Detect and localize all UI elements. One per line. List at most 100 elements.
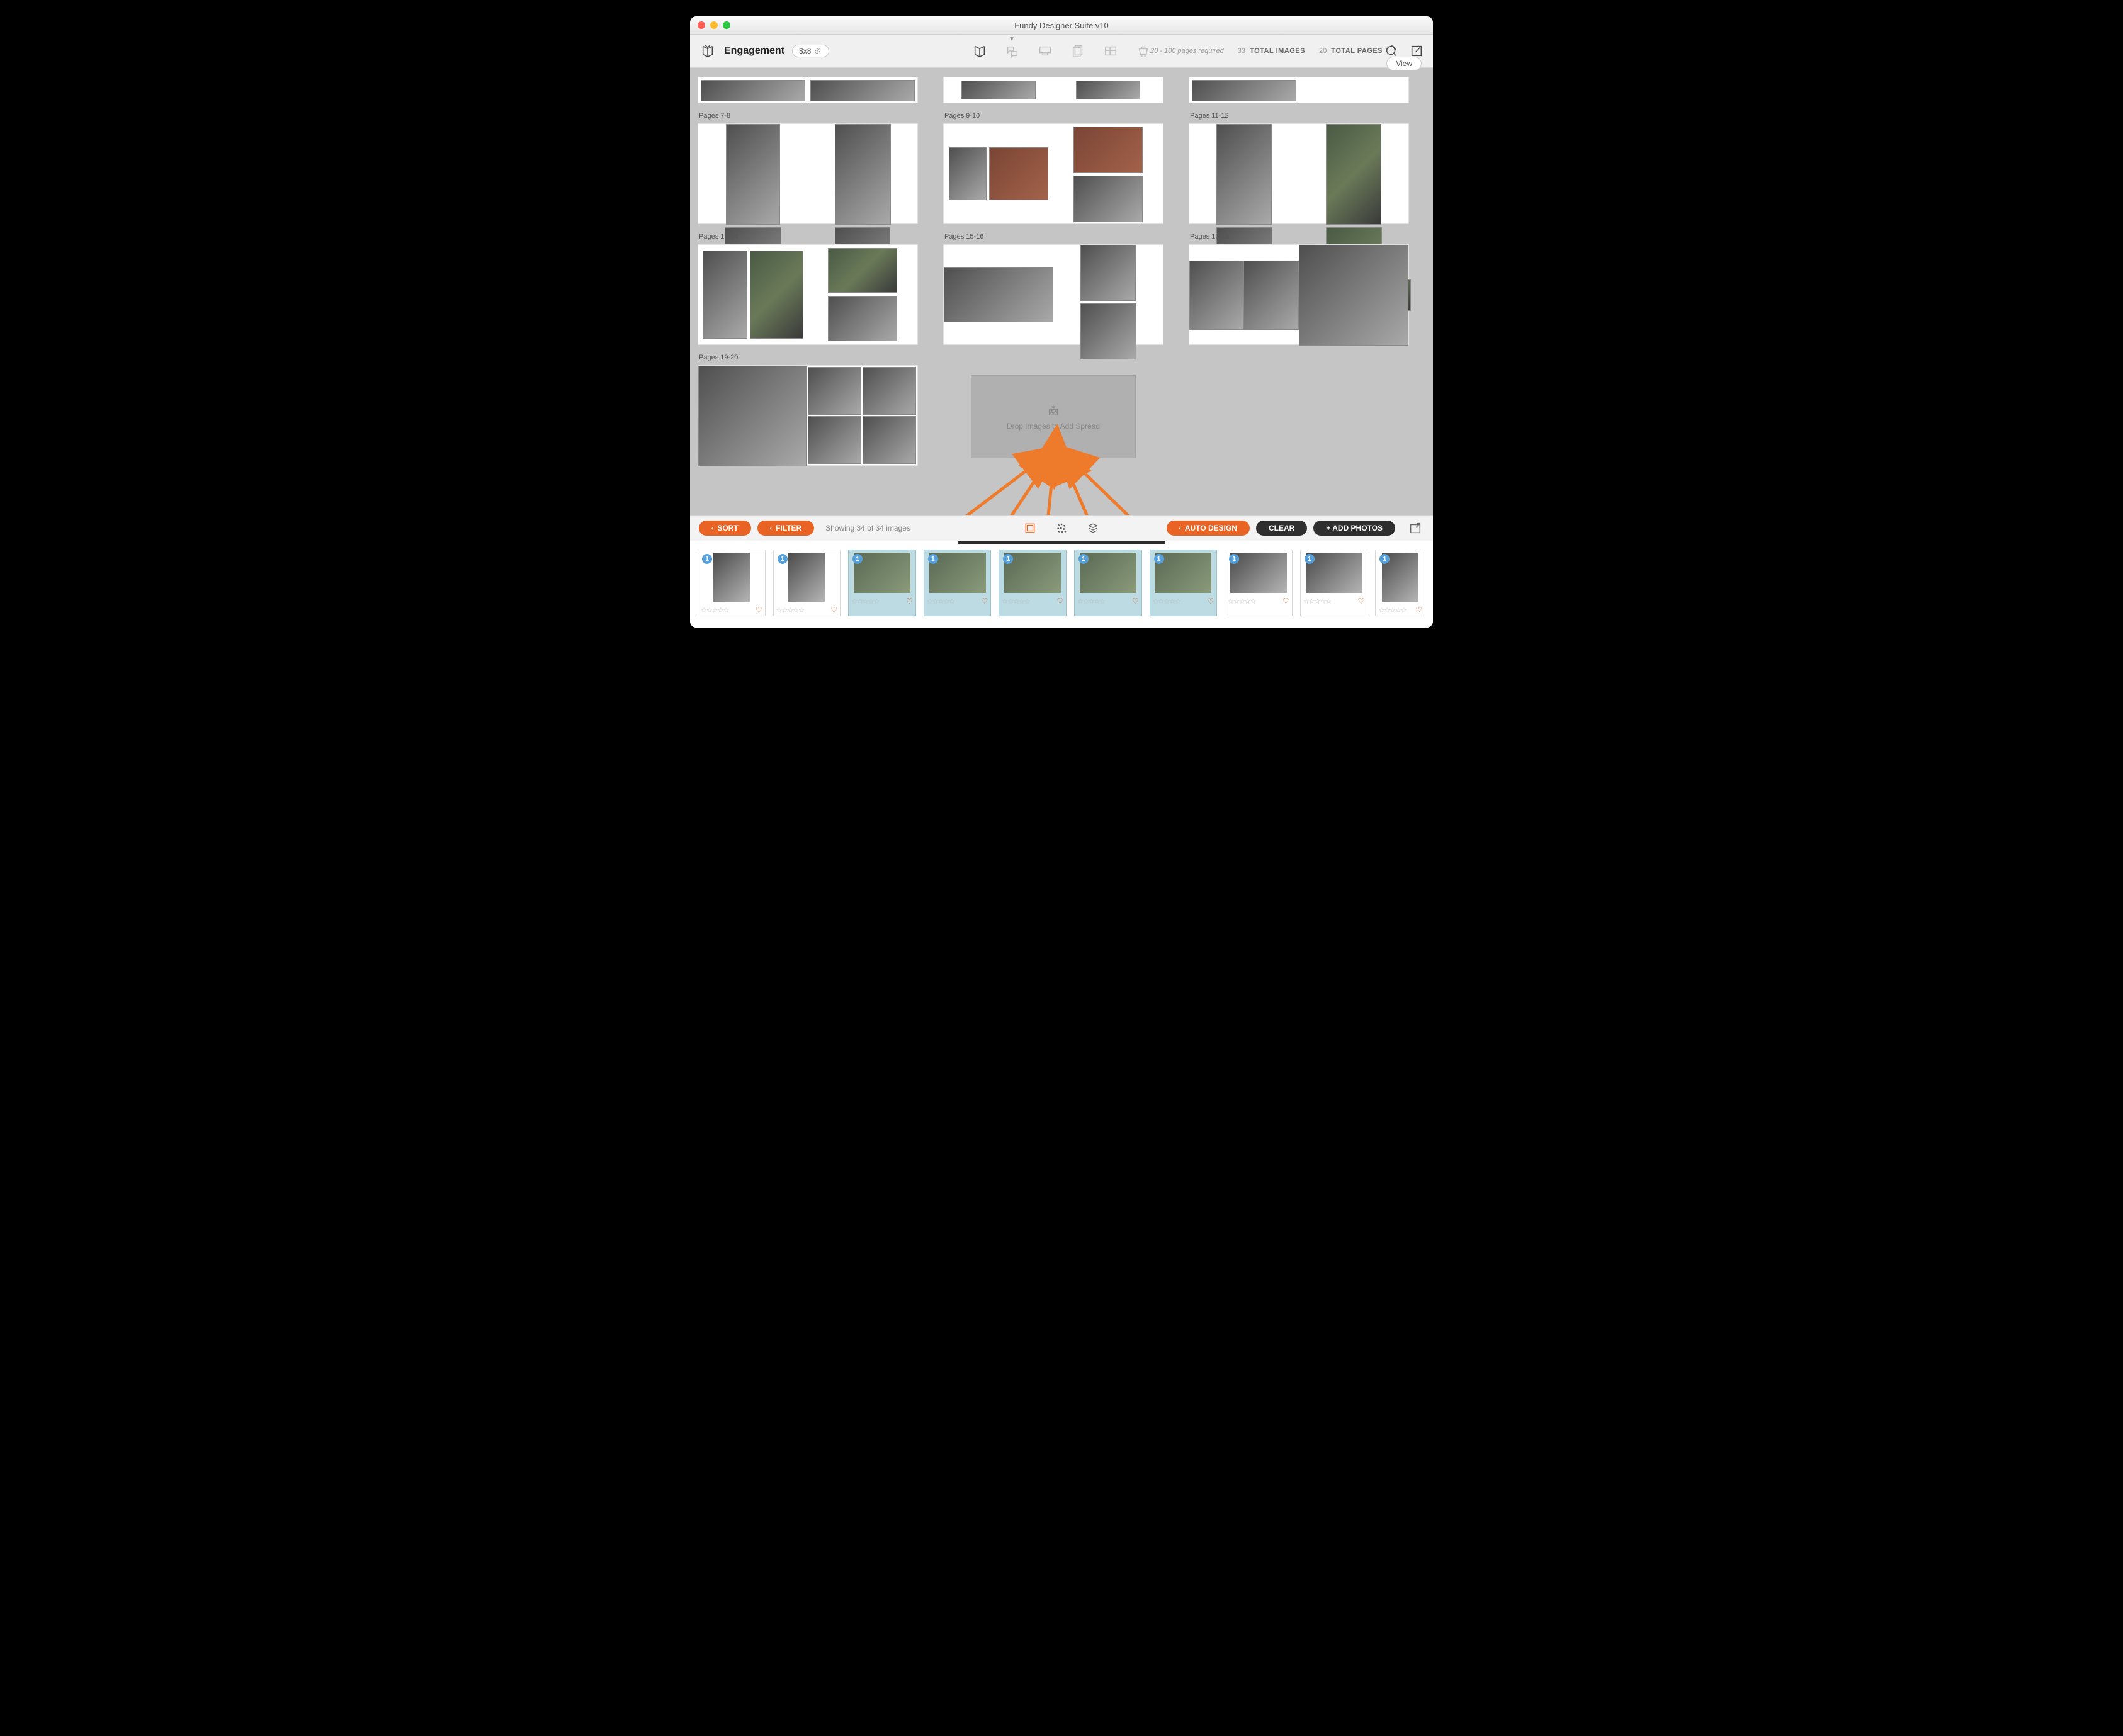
mode-tools [971,42,1152,60]
spread-7-8[interactable] [698,123,918,224]
toolbar: Engagement 8x8 ▼ [690,35,1433,68]
dropzone-cell: Drop Images to Add Spread [943,354,1163,466]
spread-13-14[interactable] [698,244,918,345]
view-mode-icons [1021,519,1102,537]
spread-15-16[interactable] [943,244,1163,345]
tray-thumbnail[interactable]: 1☆☆☆☆☆♡ [848,550,916,616]
add-photos-button[interactable]: + ADD PHOTOS [1313,521,1395,536]
add-spread-dropzone[interactable]: Drop Images to Add Spread [971,375,1136,458]
favorite-heart-icon[interactable]: ♡ [1282,597,1289,606]
stack-view-icon[interactable] [1084,519,1102,537]
favorite-heart-icon[interactable]: ♡ [756,606,762,614]
star-rating[interactable]: ☆☆☆☆☆ [1153,597,1180,606]
usage-badge: 1 [1154,554,1164,564]
chevron-left-icon: ‹ [711,525,713,532]
usage-badge: 1 [778,554,788,564]
tray-thumbnail[interactable]: 1☆☆☆☆☆♡ [1074,550,1142,616]
scatter-view-icon[interactable] [1053,519,1070,537]
design-canvas[interactable]: Pages 7-8 Pages 9-10 Pages 11-12 [690,68,1433,515]
star-rating[interactable]: ☆☆☆☆☆ [927,597,954,606]
pages-label: Pages 9-10 [944,112,1163,120]
clear-label: CLEAR [1269,524,1294,533]
star-rating[interactable]: ☆☆☆☆☆ [1228,597,1255,606]
favorite-heart-icon[interactable]: ♡ [830,606,837,614]
tray-thumbnail[interactable]: 1☆☆☆☆☆♡ [698,550,766,616]
right-actions: ‹ AUTO DESIGN CLEAR + ADD PHOTOS [1167,521,1396,536]
clear-button[interactable]: CLEAR [1256,521,1307,536]
thumbnail-image [788,553,825,602]
star-rating[interactable]: ☆☆☆☆☆ [1378,606,1406,614]
album-builder-icon[interactable] [971,42,988,60]
tray-thumbnail[interactable]: 1☆☆☆☆☆♡ [999,550,1067,616]
dropzone-label: Drop Images to Add Spread [1007,422,1100,431]
paperclip-icon [815,47,822,55]
favorite-heart-icon[interactable]: ♡ [982,597,988,606]
spread-17-18[interactable] [1189,244,1409,345]
favorite-heart-icon[interactable]: ♡ [1056,597,1063,606]
favorite-heart-icon[interactable]: ♡ [1358,597,1365,606]
star-rating[interactable]: ☆☆☆☆☆ [776,606,804,614]
pages-label: Pages 7-8 [699,112,918,120]
tray-thumbnail[interactable]: 1☆☆☆☆☆♡ [1375,550,1425,616]
pages-required-label: 20 - 100 pages required [1150,47,1224,55]
pages-label: Pages 11-12 [1190,112,1409,120]
tray-thumbnail[interactable]: 1☆☆☆☆☆♡ [924,550,992,616]
pages-icon[interactable] [1069,42,1087,60]
spread-partial-2[interactable] [943,77,1163,103]
spread-19-20[interactable] [698,365,918,466]
order-icon[interactable] [1135,42,1152,60]
cards-icon[interactable] [1102,42,1119,60]
wall-art-icon[interactable] [1036,42,1054,60]
spread-cell-15-16: Pages 15-16 [943,233,1163,345]
chevron-left-icon: ‹ [770,525,772,532]
expand-tray-icon[interactable] [1407,519,1424,537]
tray-thumbnail[interactable]: 1☆☆☆☆☆♡ [1225,550,1293,616]
filter-label: FILTER [776,524,801,533]
spread-cell-17-18: Pages 17-18 [1189,233,1409,345]
total-pages-stat: 20 TOTAL PAGES [1319,47,1383,55]
total-images-count: 33 [1238,47,1245,55]
total-images-label: TOTAL IMAGES [1250,47,1305,55]
sort-label: SORT [717,524,738,533]
project-icon[interactable] [699,42,716,60]
comments-icon[interactable] [1004,42,1021,60]
rating-row: ☆☆☆☆☆ ♡ [1377,606,1424,614]
rating-row: ☆☆☆☆☆ ♡ [850,597,914,606]
star-rating[interactable]: ☆☆☆☆☆ [851,597,879,606]
spread-partial-1[interactable] [698,77,918,103]
spread-partial-3[interactable] [1189,77,1409,103]
window-title: Fundy Designer Suite v10 [690,21,1433,30]
favorite-heart-icon[interactable]: ♡ [1132,597,1139,606]
favorite-heart-icon[interactable]: ♡ [906,597,913,606]
rating-row: ☆☆☆☆☆ ♡ [1076,597,1140,606]
project-name: Engagement [724,45,784,57]
sort-button[interactable]: ‹ SORT [699,521,751,536]
auto-design-button[interactable]: ‹ AUTO DESIGN [1167,521,1250,536]
rating-row: ☆☆☆☆☆ ♡ [1226,597,1291,606]
image-tray[interactable]: 1☆☆☆☆☆♡1☆☆☆☆☆♡1☆☆☆☆☆♡1☆☆☆☆☆♡1☆☆☆☆☆♡1☆☆☆☆… [690,541,1433,628]
spread-9-10[interactable] [943,123,1163,224]
album-size-chip[interactable]: 8x8 [792,45,829,57]
favorite-heart-icon[interactable]: ♡ [1207,597,1214,606]
spread-11-12[interactable] [1189,123,1409,224]
app-window: Fundy Designer Suite v10 Engagement 8x8 … [690,16,1433,628]
spread-row-2: Pages 13-14 Pages 15-16 Pages 17-18 [698,233,1425,345]
pages-label: Pages 19-20 [699,354,918,361]
rating-row: ☆☆☆☆☆ ♡ [1000,597,1065,606]
spread-row-3: Pages 19-20 Drop Images to Add Spread [698,354,1425,466]
tray-thumbnail[interactable]: 1 ☆☆☆☆☆ ♡ [1150,550,1218,616]
filter-button[interactable]: ‹ FILTER [757,521,814,536]
star-rating[interactable]: ☆☆☆☆☆ [1077,597,1105,606]
rating-row: ☆☆☆☆☆ ♡ [926,597,990,606]
grid-view-icon[interactable] [1021,519,1039,537]
tray-thumbnail[interactable]: 1 ☆☆☆☆☆ ♡ [773,550,841,616]
star-rating[interactable]: ☆☆☆☆☆ [701,606,728,614]
spread-cell-11-12: Pages 11-12 [1189,112,1409,224]
star-rating[interactable]: ☆☆☆☆☆ [1303,597,1331,606]
view-button[interactable]: View [1386,57,1422,70]
tray-thumbnail[interactable]: 1☆☆☆☆☆♡ [1300,550,1368,616]
rating-row: ☆☆☆☆☆ ♡ [1152,597,1216,606]
favorite-heart-icon[interactable]: ♡ [1415,606,1422,614]
titlebar: Fundy Designer Suite v10 [690,16,1433,35]
star-rating[interactable]: ☆☆☆☆☆ [1002,597,1029,606]
